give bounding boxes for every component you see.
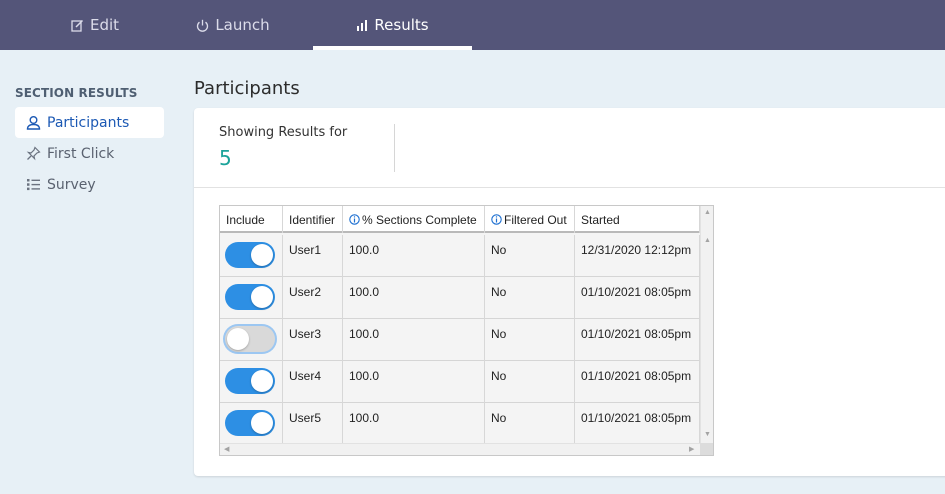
- table-row: User1 100.0 No 12/31/2020 12:12pm: [220, 235, 700, 277]
- identifier-cell: User4: [283, 361, 343, 403]
- scroll-up-icon[interactable]: ▲: [704, 209, 711, 217]
- pin-icon: [25, 146, 41, 161]
- top-nav: Edit Launch Results: [0, 0, 945, 50]
- sidebar-item-survey[interactable]: Survey: [15, 169, 164, 200]
- sidebar-item-participants[interactable]: Participants: [15, 107, 164, 138]
- divider: [194, 187, 945, 188]
- tab-label: Results: [374, 16, 429, 34]
- started-cell: 01/10/2021 08:05pm: [575, 403, 700, 445]
- column-header-sections-complete[interactable]: % Sections Complete: [343, 206, 485, 233]
- sidebar-item-label: Participants: [47, 114, 130, 131]
- info-icon[interactable]: [491, 214, 502, 225]
- tab-label: Launch: [215, 16, 270, 34]
- identifier-cell: User5: [283, 403, 343, 445]
- power-icon: [196, 19, 209, 32]
- table-row: User3 100.0 No 01/10/2021 08:05pm: [220, 319, 700, 361]
- scroll-up-icon[interactable]: ▲: [704, 237, 711, 245]
- filtered-out-cell: No: [485, 235, 575, 277]
- tab-results[interactable]: Results: [313, 0, 472, 50]
- participants-grid: Include Identifier % Sections Complete F…: [219, 205, 714, 456]
- sections-complete-cell: 100.0: [343, 235, 485, 277]
- sections-complete-cell: 100.0: [343, 361, 485, 403]
- include-toggle[interactable]: [225, 284, 275, 310]
- horizontal-scrollbar[interactable]: ◀ ▶: [220, 443, 700, 455]
- include-toggle[interactable]: [225, 326, 275, 352]
- page-title: Participants: [194, 78, 300, 99]
- started-cell: 01/10/2021 08:05pm: [575, 277, 700, 319]
- include-toggle[interactable]: [225, 242, 275, 268]
- column-header-include[interactable]: Include: [220, 206, 283, 233]
- summary-divider: [394, 124, 395, 172]
- sidebar-item-label: First Click: [47, 145, 115, 162]
- sections-complete-cell: 100.0: [343, 403, 485, 445]
- started-cell: 01/10/2021 08:05pm: [575, 361, 700, 403]
- scrollbar-corner: [700, 443, 713, 455]
- include-toggle[interactable]: [225, 368, 275, 394]
- edit-icon: [71, 19, 84, 32]
- table-row: User2 100.0 No 01/10/2021 08:05pm: [220, 277, 700, 319]
- include-toggle[interactable]: [225, 410, 275, 436]
- participant-count: 5: [219, 146, 232, 170]
- filtered-out-cell: No: [485, 319, 575, 361]
- summary-label: Showing Results for: [219, 125, 348, 140]
- column-header-filtered-out[interactable]: Filtered Out: [485, 206, 575, 233]
- tab-launch[interactable]: Launch: [178, 0, 288, 50]
- table-row: User5 100.0 No 01/10/2021 08:05pm: [220, 403, 700, 445]
- table-row: User4 100.0 No 01/10/2021 08:05pm: [220, 361, 700, 403]
- sections-complete-cell: 100.0: [343, 277, 485, 319]
- scroll-down-icon[interactable]: ▼: [704, 431, 711, 439]
- scroll-right-icon[interactable]: ▶: [689, 446, 694, 454]
- results-panel: Showing Results for 5 Include Identifier…: [194, 108, 945, 476]
- scroll-left-icon[interactable]: ◀: [224, 446, 229, 454]
- identifier-cell: User3: [283, 319, 343, 361]
- sidebar-item-label: Survey: [47, 176, 96, 193]
- identifier-cell: User2: [283, 277, 343, 319]
- tab-label: Edit: [89, 16, 120, 34]
- sections-complete-cell: 100.0: [343, 319, 485, 361]
- grid-header: Include Identifier % Sections Complete F…: [220, 206, 700, 233]
- sidebar-item-first-click[interactable]: First Click: [15, 138, 164, 169]
- sidebar-heading: SECTION RESULTS: [15, 86, 138, 100]
- bar-chart-icon: [356, 19, 368, 31]
- started-cell: 12/31/2020 12:12pm: [575, 235, 700, 277]
- identifier-cell: User1: [283, 235, 343, 277]
- filtered-out-cell: No: [485, 361, 575, 403]
- filtered-out-cell: No: [485, 277, 575, 319]
- filtered-out-cell: No: [485, 403, 575, 445]
- column-header-identifier[interactable]: Identifier: [283, 206, 343, 233]
- column-header-started[interactable]: Started: [575, 206, 700, 233]
- list-icon: [25, 177, 41, 192]
- tab-edit[interactable]: Edit: [40, 0, 150, 50]
- started-cell: 01/10/2021 08:05pm: [575, 319, 700, 361]
- vertical-scrollbar[interactable]: ▲ ▲ ▼: [700, 206, 713, 443]
- info-icon[interactable]: [349, 214, 360, 225]
- user-icon: [25, 115, 41, 130]
